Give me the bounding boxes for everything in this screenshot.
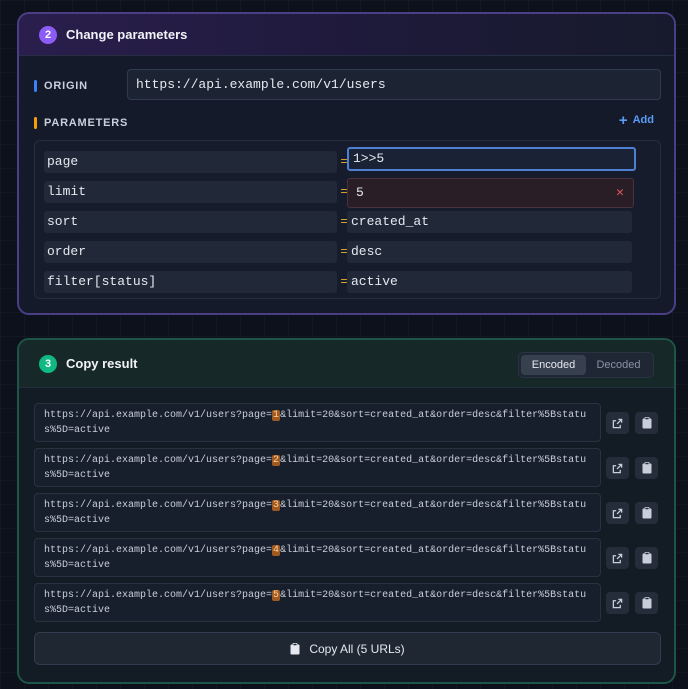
external-link-icon [612,508,623,518]
copy-url-button[interactable] [635,547,658,569]
change-parameters-card: 2 Change parameters ORIGIN https://api.e… [17,12,676,315]
origin-label: ORIGIN [34,80,88,92]
url-prefix: https://api.example.com/v1/users?page= [44,455,273,466]
url-text[interactable]: https://api.example.com/v1/users?page=5&… [34,583,601,622]
card-title: Copy result [66,356,138,371]
param-value-input[interactable]: created_at [347,211,632,233]
clipboard-icon [642,552,651,564]
close-icon[interactable]: ✕ [616,179,624,207]
open-url-button[interactable] [606,547,629,569]
open-url-button[interactable] [606,457,629,479]
page-number-highlight: 4 [272,545,281,556]
param-key-input[interactable]: filter[status] [44,271,337,293]
url-row: https://api.example.com/v1/users?page=3&… [34,493,661,532]
clipboard-icon [642,507,651,519]
copy-url-button[interactable] [635,412,658,434]
param-value-text: 5 [356,185,364,200]
param-key-input[interactable]: order [44,241,337,263]
url-row: https://api.example.com/v1/users?page=5&… [34,583,661,622]
external-link-icon [612,598,623,608]
url-text[interactable]: https://api.example.com/v1/users?page=2&… [34,448,601,487]
url-row: https://api.example.com/v1/users?page=1&… [34,403,661,442]
add-parameter-button[interactable]: + Add [618,111,654,129]
copy-all-label: Copy All (5 URLs) [309,641,405,656]
clipboard-icon [642,597,651,609]
param-row-limit: limit = 5 ✕ [44,178,652,208]
parameters-label-text: PARAMETERS [44,117,129,129]
url-prefix: https://api.example.com/v1/users?page= [44,410,273,421]
add-label: Add [632,114,654,126]
external-link-icon [612,553,623,563]
card-title: Change parameters [66,27,188,42]
copy-result-card: 3 Copy result Encoded Decoded https://ap… [17,338,676,684]
param-key-input[interactable]: sort [44,211,337,233]
url-row: https://api.example.com/v1/users?page=2&… [34,448,661,487]
copy-url-button[interactable] [635,457,658,479]
param-value-input[interactable]: active [347,271,632,293]
external-link-icon [612,418,623,428]
tab-encoded[interactable]: Encoded [521,355,586,375]
plus-icon: + [618,111,628,129]
param-row-sort: sort = created_at [44,211,652,233]
origin-marker [34,80,37,92]
parameters-list: page = 1>>5 limit = 5 ✕ sort = created_a… [34,140,661,299]
param-value-input[interactable]: 1>>5 [347,147,636,171]
param-value-input[interactable]: desc [347,241,632,263]
page-number-highlight: 1 [272,410,281,421]
step-badge: 2 [39,25,57,44]
param-row-filter: filter[status] = active [44,271,652,293]
copy-url-button[interactable] [635,592,658,614]
page-number-highlight: 2 [272,455,281,466]
page-number-highlight: 3 [272,500,281,511]
clipboard-icon [642,417,651,429]
url-prefix: https://api.example.com/v1/users?page= [44,590,273,601]
parameters-marker [34,117,37,129]
copy-all-button[interactable]: Copy All (5 URLs) [34,632,661,665]
origin-label-text: ORIGIN [44,80,88,92]
copy-url-button[interactable] [635,502,658,524]
clipboard-icon [290,642,300,654]
step-badge: 3 [39,354,57,373]
param-key-input[interactable]: page [44,151,337,173]
encoding-toggle: Encoded Decoded [518,352,654,378]
open-url-button[interactable] [606,502,629,524]
external-link-icon [612,463,623,473]
param-key-input[interactable]: limit [44,181,337,203]
url-prefix: https://api.example.com/v1/users?page= [44,500,273,511]
page-number-highlight: 5 [272,590,281,601]
url-row: https://api.example.com/v1/users?page=4&… [34,538,661,577]
param-value-input[interactable]: 5 ✕ [347,178,634,208]
change-parameters-header: 2 Change parameters [19,14,674,56]
parameters-label: PARAMETERS [34,117,128,129]
url-text[interactable]: https://api.example.com/v1/users?page=1&… [34,403,601,442]
param-row-page: page = 1>>5 [44,147,652,173]
open-url-button[interactable] [606,592,629,614]
url-text[interactable]: https://api.example.com/v1/users?page=3&… [34,493,601,532]
clipboard-icon [642,462,651,474]
url-text[interactable]: https://api.example.com/v1/users?page=4&… [34,538,601,577]
origin-input[interactable]: https://api.example.com/v1/users [127,69,661,100]
param-row-order: order = desc [44,241,652,263]
tab-decoded[interactable]: Decoded [586,355,651,375]
url-prefix: https://api.example.com/v1/users?page= [44,545,273,556]
open-url-button[interactable] [606,412,629,434]
